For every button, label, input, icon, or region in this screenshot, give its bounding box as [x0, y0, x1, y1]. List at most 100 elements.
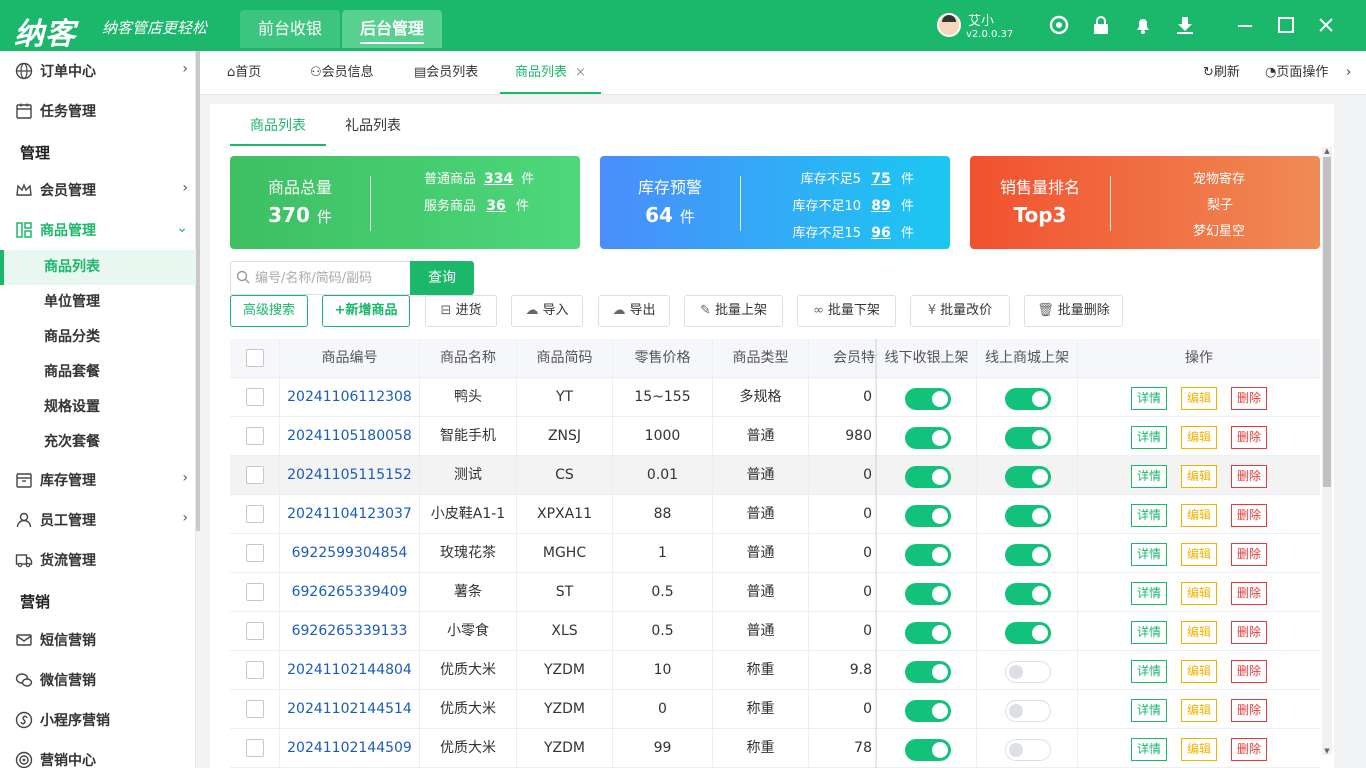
online-toggle[interactable] [1005, 661, 1051, 683]
scrollbar-thumb[interactable] [1323, 157, 1331, 487]
edit-button[interactable]: 编辑 [1181, 621, 1217, 644]
delete-button[interactable]: 删除 [1231, 660, 1267, 683]
row-checkbox[interactable] [246, 466, 264, 484]
tab-home[interactable]: ⌂首页 [227, 51, 261, 94]
detail-button[interactable]: 详情 [1131, 582, 1167, 605]
offline-toggle[interactable] [905, 505, 951, 527]
table-row[interactable]: 20241102144514 优质大米 YZDM 0 称重 0 详情 编辑 删除 [230, 690, 1320, 729]
export-button[interactable]: ☁ 导出 [598, 295, 670, 327]
online-toggle[interactable] [1005, 505, 1051, 527]
edit-button[interactable]: 编辑 [1181, 387, 1217, 410]
edit-button[interactable]: 编辑 [1181, 504, 1217, 527]
row-checkbox[interactable] [246, 505, 264, 523]
delete-button[interactable]: 删除 [1231, 465, 1267, 488]
cell-code-text[interactable]: 20241105180058 [287, 428, 412, 444]
row-checkbox[interactable] [246, 739, 264, 757]
sidebar-item-wechat[interactable]: 微信营销 [0, 660, 196, 700]
minimize-icon[interactable] [1234, 14, 1256, 36]
tab-front-cashier[interactable]: 前台收银 [240, 10, 341, 48]
online-toggle[interactable] [1005, 388, 1051, 410]
edit-button[interactable]: 编辑 [1181, 465, 1217, 488]
sidebar-item-staff[interactable]: 员工管理 › [0, 500, 196, 540]
edit-button[interactable]: 编辑 [1181, 738, 1217, 761]
delete-button[interactable]: 删除 [1231, 621, 1267, 644]
table-row[interactable]: 20241102144509 优质大米 YZDM 99 称重 78 详情 编辑 删除 [230, 729, 1320, 768]
cell-code-text[interactable]: 20241102144509 [287, 740, 412, 756]
scroll-down-icon[interactable]: ▼ [1323, 747, 1331, 755]
query-button[interactable]: 查询 [410, 261, 474, 295]
table-row[interactable]: 20241104123037 小皮鞋A1-1 XPXA11 88 普通 0 详情 编辑 删除 [230, 495, 1320, 534]
detail-button[interactable]: 详情 [1131, 699, 1167, 722]
delete-button[interactable]: 删除 [1231, 426, 1267, 449]
card-line-value[interactable]: 36 [484, 198, 508, 214]
detail-button[interactable]: 详情 [1131, 621, 1167, 644]
tab-back-admin[interactable]: 后台管理 [342, 10, 443, 48]
sidebar-sub-packages[interactable]: 商品套餐 [0, 355, 196, 390]
online-toggle[interactable] [1005, 700, 1051, 722]
cell-code-text[interactable]: 20241104123037 [287, 506, 412, 522]
offline-toggle[interactable] [905, 739, 951, 761]
row-checkbox[interactable] [246, 700, 264, 718]
sidebar-sub-categories[interactable]: 商品分类 [0, 320, 196, 355]
offline-toggle[interactable] [905, 388, 951, 410]
table-row[interactable]: 6926265339133 小零食 XLS 0.5 普通 0 详情 编辑 删除 [230, 612, 1320, 651]
sidebar-sub-recharge[interactable]: 充次套餐 [0, 425, 196, 460]
card-line-value[interactable]: 75 [869, 171, 893, 187]
delete-button[interactable]: 删除 [1231, 582, 1267, 605]
cell-code-text[interactable]: 6922599304854 [292, 545, 408, 561]
batch-delist-button[interactable]: ∞ 批量下架 [797, 295, 896, 327]
subtab-product-list[interactable]: 商品列表 [230, 104, 326, 146]
online-toggle[interactable] [1005, 544, 1051, 566]
sidebar-item-products[interactable]: 商品管理 ⌄ [0, 210, 196, 250]
online-toggle[interactable] [1005, 427, 1051, 449]
sidebar-item-members[interactable]: 会员管理 › [0, 170, 196, 210]
advanced-search-button[interactable]: 高级搜索 [230, 295, 308, 327]
tab-close-icon[interactable]: × [575, 65, 586, 80]
table-row[interactable]: 20241105115152 测试 CS 0.01 普通 0 详情 编辑 删除 [230, 456, 1320, 495]
scroll-up-icon[interactable]: ▲ [1323, 147, 1331, 155]
online-toggle[interactable] [1005, 583, 1051, 605]
detail-button[interactable]: 详情 [1131, 738, 1167, 761]
delete-button[interactable]: 删除 [1231, 543, 1267, 566]
sidebar-item-marketing-center[interactable]: 营销中心 [0, 740, 196, 768]
delete-button[interactable]: 删除 [1231, 738, 1267, 761]
offline-toggle[interactable] [905, 661, 951, 683]
cell-code-text[interactable]: 20241106112308 [287, 389, 412, 405]
table-row[interactable]: 6926265339409 薯条 ST 0.5 普通 0 详情 编辑 删除 [230, 573, 1320, 612]
close-icon[interactable] [1315, 14, 1337, 36]
online-toggle[interactable] [1005, 739, 1051, 761]
row-checkbox[interactable] [246, 427, 264, 445]
batch-delete-button[interactable]: 🗑 批量删除 [1024, 295, 1123, 327]
sidebar-item-inventory[interactable]: 库存管理 › [0, 460, 196, 500]
edit-button[interactable]: 编辑 [1181, 660, 1217, 683]
sidebar-item-logistics[interactable]: 货流管理 [0, 540, 196, 580]
search-input[interactable] [255, 268, 405, 288]
table-row[interactable]: 20241106112308 鸭头 YT 15~155 多规格 0 详情 编辑 删除 [230, 378, 1320, 417]
cell-code-text[interactable]: 6926265339133 [292, 623, 408, 639]
subtab-gift-list[interactable]: 礼品列表 [345, 104, 401, 146]
row-checkbox[interactable] [246, 583, 264, 601]
offline-toggle[interactable] [905, 466, 951, 488]
row-checkbox[interactable] [246, 544, 264, 562]
bell-icon[interactable] [1132, 14, 1154, 36]
sidebar-item-miniapp[interactable]: 小程序营销 [0, 700, 196, 740]
select-all-checkbox[interactable] [246, 349, 264, 367]
cell-code-text[interactable]: 20241102144514 [287, 701, 412, 717]
offline-toggle[interactable] [905, 700, 951, 722]
sidebar-item-tasks[interactable]: 任务管理 [0, 91, 196, 131]
delete-button[interactable]: 删除 [1231, 699, 1267, 722]
add-product-button[interactable]: +新增商品 [322, 295, 410, 327]
detail-button[interactable]: 详情 [1131, 387, 1167, 410]
detail-button[interactable]: 详情 [1131, 543, 1167, 566]
online-toggle[interactable] [1005, 466, 1051, 488]
cell-code-text[interactable]: 20241102144804 [287, 662, 412, 678]
row-checkbox[interactable] [246, 388, 264, 406]
content-scrollbar[interactable]: ▲ ▼ [1322, 147, 1332, 755]
tab-member-info[interactable]: ⚇会员信息 [310, 51, 374, 94]
table-row[interactable]: 20241105180058 智能手机 ZNSJ 1000 普通 980 详情 编辑 删除 [230, 417, 1320, 456]
chevron-right-icon[interactable]: › [1346, 51, 1351, 94]
detail-button[interactable]: 详情 [1131, 465, 1167, 488]
card-line-value[interactable]: 334 [484, 171, 513, 187]
offline-toggle[interactable] [905, 427, 951, 449]
offline-toggle[interactable] [905, 622, 951, 644]
